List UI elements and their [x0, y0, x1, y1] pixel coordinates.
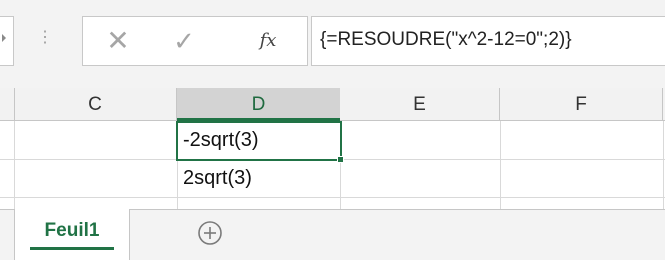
grid-line [0, 197, 665, 198]
cancel-icon[interactable]: ✕ [98, 22, 138, 60]
sheet-tab-label: Feuil1 [44, 220, 100, 241]
grid-line [663, 121, 664, 209]
active-cell-selection [176, 121, 342, 161]
column-header-d[interactable]: D [177, 88, 340, 121]
insert-function-icon[interactable]: fx [248, 22, 288, 60]
grid-line [14, 121, 15, 209]
column-header-c[interactable]: C [14, 88, 177, 121]
name-box-dropdown-icon[interactable] [2, 34, 6, 42]
plus-circle-icon[interactable] [195, 218, 225, 248]
check-icon[interactable]: ✓ [164, 22, 204, 60]
grid-line [500, 121, 501, 209]
column-header-f[interactable]: F [500, 88, 663, 121]
cell-d2[interactable]: 2sqrt(3) [177, 159, 341, 197]
formula-text: {=RESOUDRE("x^2-12=0";2)} [320, 29, 572, 50]
formula-bar-resize-handle[interactable]: ⋮ [37, 30, 53, 46]
column-header-e[interactable]: E [340, 88, 500, 121]
fill-handle[interactable] [337, 156, 344, 163]
active-tab-indicator [30, 247, 114, 250]
